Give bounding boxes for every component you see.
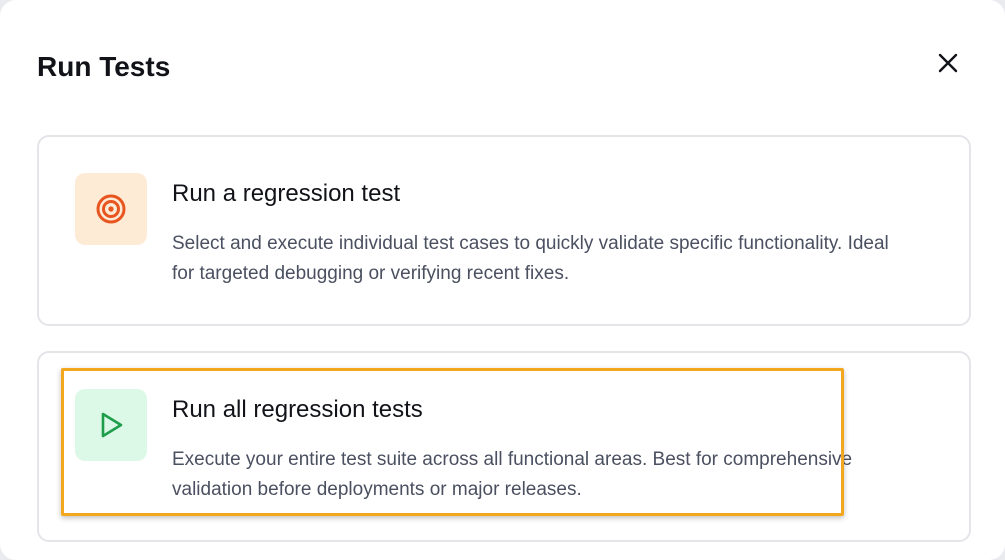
target-icon-tile [75,173,147,245]
play-icon-tile [75,389,147,461]
option-description: Select and execute individual test cases… [172,233,889,284]
close-button[interactable] [930,45,966,81]
option-description: Execute your entire test suite across al… [172,449,853,500]
run-tests-dialog: Run Tests Run a regression test Select a… [0,0,1005,560]
play-icon [101,412,123,438]
run-regression-test-option[interactable]: Run a regression test Select and execute… [37,135,971,326]
close-icon [938,53,958,73]
dialog-title: Run Tests [37,51,171,82]
option-title: Run all regression tests [172,396,423,423]
run-all-regression-tests-option[interactable]: Run all regression tests Execute your en… [37,351,971,542]
option-title: Run a regression test [172,180,401,207]
target-icon [96,194,126,224]
